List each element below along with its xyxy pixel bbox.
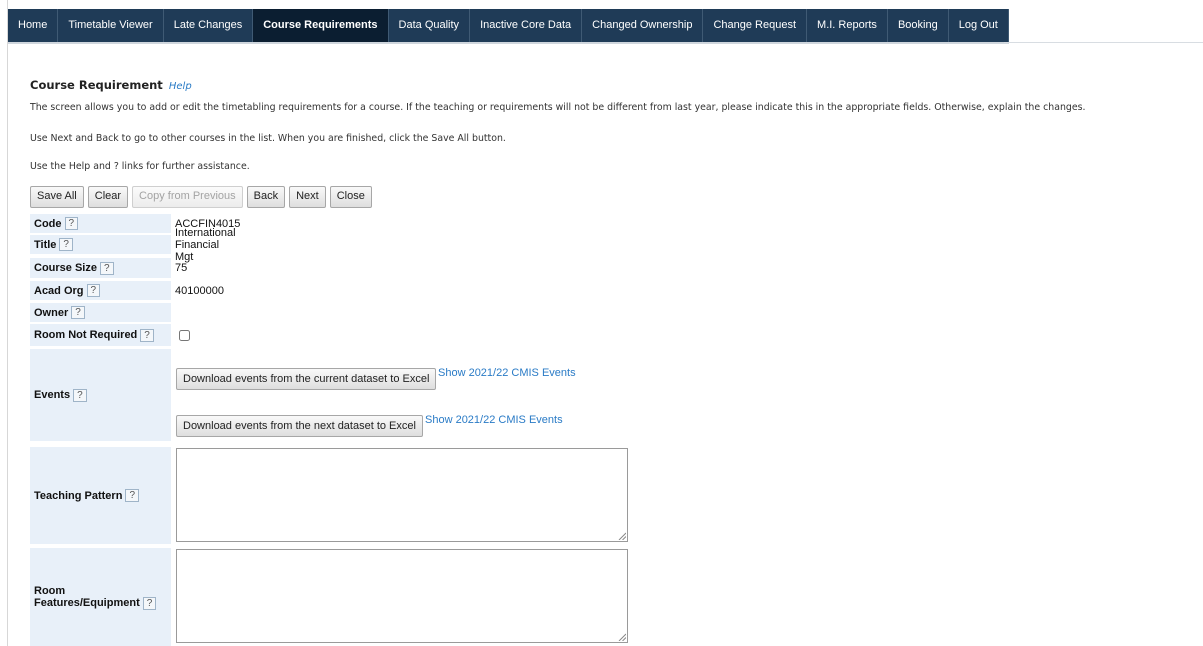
close-button[interactable]: Close xyxy=(329,186,372,208)
intro-text-1: The screen allows you to add or edit the… xyxy=(30,102,1086,113)
nav-item-late-changes[interactable]: Late Changes xyxy=(164,9,254,42)
page-title: Course Requirement xyxy=(30,78,163,92)
nav-item-log-out[interactable]: Log Out xyxy=(949,9,1009,42)
course-size-help-icon[interactable]: ? xyxy=(99,261,114,275)
nav-item-m-i-reports[interactable]: M.I. Reports xyxy=(807,9,888,42)
title-label: Title xyxy=(34,238,57,251)
room-not-required-label-cell: Room Not Required ? xyxy=(30,324,171,346)
teaching-pattern-textarea[interactable] xyxy=(176,448,628,542)
intro-text-2: Use Next and Back to go to other courses… xyxy=(30,133,506,144)
room-features-help-icon[interactable]: ? xyxy=(142,596,157,610)
room-not-required-cell xyxy=(179,324,190,346)
owner-label: Owner xyxy=(34,306,69,319)
nav-item-course-requirements[interactable]: Course Requirements xyxy=(253,9,389,42)
resize-grip-icon[interactable] xyxy=(618,532,626,540)
acad-org-value: 40100000 xyxy=(175,284,224,297)
show-cmis-events-link-current[interactable]: Show 2021/22 CMIS Events xyxy=(438,367,576,379)
next-button[interactable]: Next xyxy=(289,186,326,208)
teaching-pattern-help-icon[interactable]: ? xyxy=(125,489,139,502)
copy-from-previous-button: Copy from Previous xyxy=(132,186,243,208)
left-frame-border xyxy=(7,0,8,646)
acad-org-label: Acad Org xyxy=(34,284,84,297)
room-not-required-checkbox[interactable] xyxy=(179,329,190,341)
room-features-label-line1: Room xyxy=(34,584,66,597)
code-help-icon[interactable]: ? xyxy=(64,217,79,230)
teaching-pattern-label: Teaching Pattern xyxy=(34,489,123,502)
course-size-label-cell: Course Size ? xyxy=(30,258,171,278)
download-next-events-button[interactable]: Download events from the next dataset to… xyxy=(176,415,423,437)
acad-org-help-icon[interactable]: ? xyxy=(86,284,101,297)
code-label: Code xyxy=(34,217,62,230)
code-label-cell: Code ? xyxy=(30,214,171,233)
clear-button[interactable]: Clear xyxy=(87,186,129,208)
room-features-label-cell: Room Features/Equipment? xyxy=(30,548,171,646)
events-label-cell: Events ? xyxy=(30,349,171,441)
acad-org-label-cell: Acad Org ? xyxy=(30,281,171,300)
nav-item-timetable-viewer[interactable]: Timetable Viewer xyxy=(58,9,164,42)
owner-help-icon[interactable]: ? xyxy=(71,306,85,319)
course-size-label: Course Size xyxy=(34,262,97,274)
nav-item-data-quality[interactable]: Data Quality xyxy=(389,9,471,42)
show-cmis-events-link-next[interactable]: Show 2021/22 CMIS Events xyxy=(425,414,563,426)
room-not-required-label: Room Not Required xyxy=(34,329,138,341)
download-current-events-button[interactable]: Download events from the current dataset… xyxy=(176,368,437,390)
nav-item-change-request[interactable]: Change Request xyxy=(703,9,808,42)
resize-grip-icon[interactable] xyxy=(618,633,626,641)
room-features-label-line2: Features/Equipment xyxy=(34,596,140,609)
nav-item-home[interactable]: Home xyxy=(8,9,59,42)
nav-item-changed-ownership[interactable]: Changed Ownership xyxy=(582,9,704,42)
title-help-icon[interactable]: ? xyxy=(59,238,73,251)
owner-label-cell: Owner ? xyxy=(30,303,171,322)
nav-divider xyxy=(1004,42,1203,43)
events-label: Events xyxy=(34,389,71,401)
room-not-required-help-icon[interactable]: ? xyxy=(140,328,154,342)
nav-item-inactive-core-data[interactable]: Inactive Core Data xyxy=(470,9,583,42)
room-features-textarea[interactable] xyxy=(176,549,628,643)
action-toolbar: Save All Clear Copy from Previous Back N… xyxy=(30,186,372,208)
back-button[interactable]: Back xyxy=(246,186,286,208)
intro-text-3: Use the Help and ? links for further ass… xyxy=(30,161,250,172)
top-navigation: Home Timetable Viewer Late Changes Course R… xyxy=(8,9,1009,44)
title-value: International Financial Mgt xyxy=(175,226,236,263)
save-all-button[interactable]: Save All xyxy=(30,186,84,208)
teaching-pattern-label-cell: Teaching Pattern ? xyxy=(30,447,171,544)
title-label-cell: Title ? xyxy=(30,235,171,254)
events-help-icon[interactable]: ? xyxy=(73,388,87,402)
course-size-value: 75 xyxy=(175,262,188,274)
help-link[interactable]: Help xyxy=(169,81,192,92)
nav-item-booking[interactable]: Booking xyxy=(888,9,949,42)
